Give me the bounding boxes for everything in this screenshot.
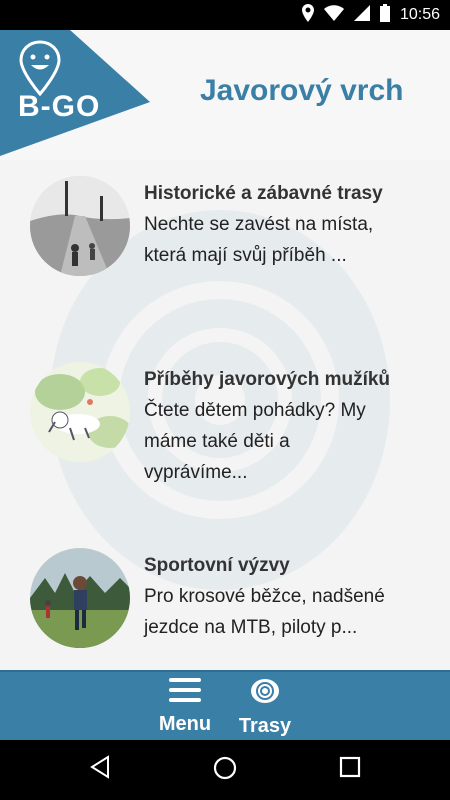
logo-text: B-GO — [18, 90, 101, 123]
recents-icon[interactable] — [338, 755, 368, 785]
location-icon — [301, 3, 314, 27]
list-item[interactable]: Historické a zábavné trasy Nechte se zav… — [30, 168, 430, 338]
back-icon[interactable] — [88, 755, 118, 785]
page-title: Javorový vrch — [200, 74, 404, 107]
item-description: Nechte se zavést na místa, která mají sv… — [144, 214, 374, 266]
list-item[interactable]: Sportovní výzvy Pro krosové běžce, nadše… — [30, 540, 430, 670]
system-navigation-bar — [0, 740, 450, 800]
routes-button[interactable]: Trasy — [225, 678, 305, 738]
routes-list: Historické a zábavné trasy Nechte se zav… — [0, 160, 450, 670]
routes-icon — [250, 678, 280, 709]
app-header: B-GO Javorový vrch — [0, 30, 450, 160]
menu-label: Menu — [158, 713, 212, 735]
story-route-thumbnail — [30, 362, 130, 462]
battery-icon — [379, 3, 390, 27]
historic-route-thumbnail — [30, 176, 130, 276]
hamburger-icon — [169, 678, 201, 707]
item-title: Sportovní výzvy — [144, 555, 290, 576]
item-title: Historické a zábavné trasy — [144, 183, 383, 204]
sport-route-thumbnail — [30, 548, 130, 648]
wifi-icon — [323, 4, 344, 26]
item-title: Příběhy javorových mužíků — [144, 369, 391, 390]
item-description: Čtete dětem pohádky? My máme také děti a… — [144, 400, 366, 483]
signal-icon — [353, 4, 370, 26]
bottom-navigation: Menu Trasy — [0, 670, 450, 742]
status-bar: 10:56 — [0, 0, 450, 30]
list-item[interactable]: Příběhy javorových mužíků Čtete dětem po… — [30, 354, 430, 524]
home-icon[interactable] — [212, 755, 242, 785]
bgo-logo[interactable]: B-GO — [0, 30, 150, 156]
routes-label: Trasy — [238, 715, 292, 737]
item-description: Pro krosové běžce, nadšené jezdce na MTB… — [144, 586, 385, 638]
menu-button[interactable]: Menu — [145, 678, 225, 738]
clock: 10:56 — [399, 6, 440, 23]
